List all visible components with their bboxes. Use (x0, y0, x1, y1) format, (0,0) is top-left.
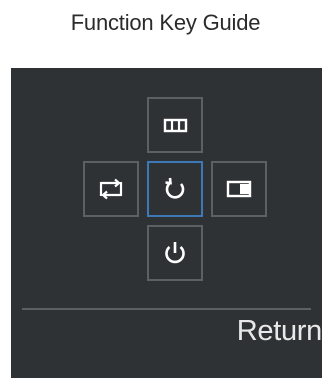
action-label: Return (236, 315, 323, 347)
guide-title: Function Key Guide (70, 10, 261, 35)
pip-key[interactable] (211, 161, 267, 217)
menu-key[interactable] (147, 97, 203, 153)
picture-in-picture-icon (226, 180, 252, 198)
function-key-panel: Return (11, 68, 322, 378)
power-icon (165, 242, 185, 264)
divider (22, 308, 311, 310)
menu-icon (163, 118, 188, 133)
return-key[interactable] (147, 161, 203, 217)
source-switch-key[interactable] (83, 161, 139, 217)
return-arrow-icon (165, 177, 185, 199)
source-switch-icon (99, 178, 123, 200)
power-key[interactable] (147, 225, 203, 281)
